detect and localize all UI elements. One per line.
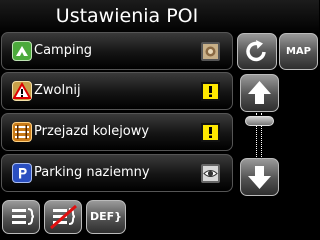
alert-icon[interactable]	[201, 82, 220, 101]
poi-row-zwolnij[interactable]: Zwolnij	[1, 72, 233, 110]
poi-label: Parking naziemny	[34, 165, 150, 180]
scrollbar-track[interactable]	[241, 113, 278, 161]
list-off-icon	[50, 204, 77, 230]
scroll-up-button[interactable]	[240, 74, 279, 112]
refresh-button[interactable]	[237, 33, 277, 70]
scroll-down-button[interactable]	[240, 158, 279, 196]
warning-triangle-icon	[12, 81, 32, 101]
poi-row-przejazd-kolejowy[interactable]: Przejazd kolejowy	[1, 113, 233, 151]
disable-all-button[interactable]	[44, 200, 82, 234]
list-icon	[12, 208, 35, 225]
poi-label: Zwolnij	[34, 83, 81, 98]
alert-icon[interactable]	[201, 123, 220, 142]
arrow-up-icon	[248, 81, 271, 104]
camping-icon	[12, 41, 32, 61]
scrollbar-thumb[interactable]	[245, 116, 274, 126]
title-bar: Ustawienia POI	[0, 0, 319, 34]
default-button[interactable]: DEF}	[86, 200, 126, 234]
poi-label: Camping	[34, 43, 93, 58]
default-button-label: DEF}	[90, 210, 122, 223]
list-button[interactable]	[2, 200, 40, 234]
refresh-icon	[246, 40, 266, 62]
map-button-label: MAP	[285, 46, 312, 57]
railway-crossing-icon	[12, 122, 32, 142]
arrow-down-icon	[248, 166, 271, 189]
poi-row-camping[interactable]: Camping	[1, 32, 233, 70]
eye-icon[interactable]	[201, 164, 220, 183]
poi-row-parking-naziemny[interactable]: Parking naziemny	[1, 154, 233, 192]
poi-label: Przejazd kolejowy	[34, 124, 150, 139]
map-button[interactable]: MAP	[279, 33, 318, 70]
parking-icon	[12, 163, 32, 183]
sound-icon[interactable]	[201, 42, 220, 61]
page-title: Ustawienia POI	[55, 5, 199, 27]
